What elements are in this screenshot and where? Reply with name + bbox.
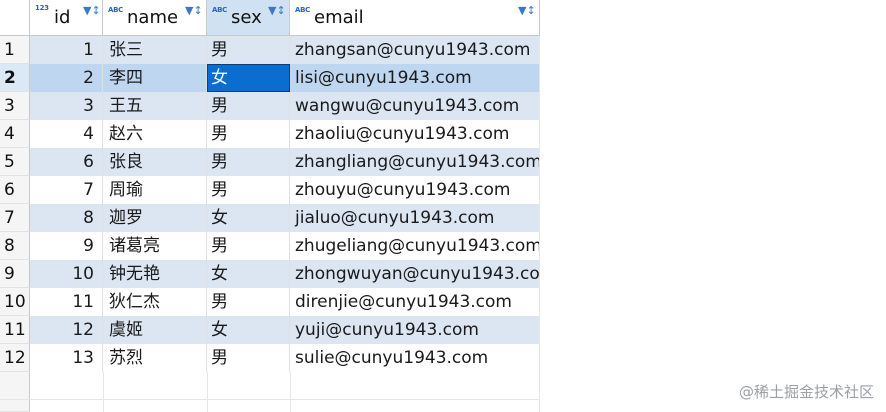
row-number[interactable]: 2	[0, 64, 30, 92]
row-number[interactable]: 3	[0, 92, 30, 120]
table-row[interactable]: 6 张良 男 zhangliang@cunyu1943.com	[30, 148, 540, 176]
row-number-header[interactable]	[0, 0, 30, 36]
row-number[interactable]: 8	[0, 232, 30, 260]
row-number[interactable]: 5	[0, 148, 30, 176]
cell-id[interactable]: 3	[30, 92, 103, 120]
cell-sex[interactable]: 女	[207, 260, 290, 288]
row-number[interactable]: 11	[0, 316, 30, 344]
row-number[interactable]: 7	[0, 204, 30, 232]
cell-email[interactable]: lisi@cunyu1943.com	[290, 64, 540, 92]
table-row[interactable]: 1 张三 男 zhangsan@cunyu1943.com	[30, 36, 540, 64]
cell-id[interactable]: 1	[30, 36, 103, 64]
table-row[interactable]: 11 狄仁杰 男 direnjie@cunyu1943.com	[30, 288, 540, 316]
text-type-icon: ABC	[108, 6, 123, 14]
result-grid: 123 id ▼↕ ABC name ▼↕ ABC sex ▼↕ ABC ema…	[0, 0, 540, 412]
cell-sex[interactable]: 男	[207, 344, 290, 372]
cell-id[interactable]: 4	[30, 120, 103, 148]
cell-name[interactable]: 周瑜	[103, 176, 207, 204]
column-divider	[290, 372, 291, 412]
row-number[interactable]: 1	[0, 36, 30, 64]
cell-id[interactable]: 13	[30, 344, 103, 372]
column-divider	[207, 372, 208, 412]
column-divider	[539, 36, 540, 412]
cell-sex[interactable]: 女	[207, 316, 290, 344]
cell-sex[interactable]: 男	[207, 288, 290, 316]
cell-sex[interactable]: 女	[207, 204, 290, 232]
cell-email[interactable]: yuji@cunyu1943.com	[290, 316, 540, 344]
cell-sex[interactable]: 男	[207, 176, 290, 204]
column-header-label: email	[314, 7, 364, 28]
table-row[interactable]: 13 苏烈 男 sulie@cunyu1943.com	[30, 344, 540, 372]
cell-name[interactable]: 王五	[103, 92, 207, 120]
cell-name[interactable]: 张良	[103, 148, 207, 176]
column-header-label: id	[54, 7, 71, 28]
column-divider	[103, 372, 104, 412]
column-header-label: name	[127, 7, 179, 28]
cell-id[interactable]: 8	[30, 204, 103, 232]
text-type-icon: ABC	[212, 6, 227, 14]
cell-sex[interactable]: 男	[207, 232, 290, 260]
cell-id[interactable]: 11	[30, 288, 103, 316]
cell-id[interactable]: 7	[30, 176, 103, 204]
table-row[interactable]: 9 诸葛亮 男 zhugeliang@cunyu1943.com	[30, 232, 540, 260]
current-cell-sex[interactable]: 女	[207, 64, 290, 92]
filter-sort-icon[interactable]: ▼↕	[83, 5, 101, 17]
cell-id[interactable]: 6	[30, 148, 103, 176]
row-number[interactable]: 6	[0, 176, 30, 204]
cell-email[interactable]: jialuo@cunyu1943.com	[290, 204, 540, 232]
table-row[interactable]: 8 迦罗 女 jialuo@cunyu1943.com	[30, 204, 540, 232]
cell-email[interactable]: wangwu@cunyu1943.com	[290, 92, 540, 120]
table-row[interactable]: 12 虞姬 女 yuji@cunyu1943.com	[30, 316, 540, 344]
column-header-id[interactable]: 123 id ▼↕	[30, 0, 103, 36]
empty-row	[0, 372, 540, 400]
cell-email[interactable]: zhangliang@cunyu1943.com	[290, 148, 540, 176]
cell-email[interactable]: direnjie@cunyu1943.com	[290, 288, 540, 316]
cell-name[interactable]: 赵六	[103, 120, 207, 148]
filter-sort-icon[interactable]: ▼↕	[185, 5, 203, 17]
row-number[interactable]: 10	[0, 288, 30, 316]
column-header-email[interactable]: ABC email ▼↕	[290, 0, 540, 36]
cell-email[interactable]: zhugeliang@cunyu1943.com	[290, 232, 540, 260]
cell-email[interactable]: zhouyu@cunyu1943.com	[290, 176, 540, 204]
cell-email[interactable]: zhangsan@cunyu1943.com	[290, 36, 540, 64]
column-header-sex[interactable]: ABC sex ▼↕	[207, 0, 290, 36]
filter-sort-icon[interactable]: ▼↕	[268, 5, 286, 17]
cell-name[interactable]: 钟无艳	[103, 260, 207, 288]
text-type-icon: ABC	[295, 6, 310, 14]
cell-sex[interactable]: 男	[207, 92, 290, 120]
column-header-name[interactable]: ABC name ▼↕	[103, 0, 207, 36]
cell-id[interactable]: 10	[30, 260, 103, 288]
cell-sex[interactable]: 男	[207, 36, 290, 64]
table-row[interactable]: 4 赵六 男 zhaoliu@cunyu1943.com	[30, 120, 540, 148]
cell-sex[interactable]: 男	[207, 120, 290, 148]
table-row[interactable]: 7 周瑜 男 zhouyu@cunyu1943.com	[30, 176, 540, 204]
table-row-selected[interactable]: 2 李四 女 lisi@cunyu1943.com	[30, 64, 540, 92]
column-header-label: sex	[231, 7, 262, 28]
cell-name[interactable]: 李四	[103, 64, 207, 92]
cell-name[interactable]: 迦罗	[103, 204, 207, 232]
cell-id[interactable]: 12	[30, 316, 103, 344]
cell-name[interactable]: 虞姬	[103, 316, 207, 344]
cell-email[interactable]: zhaoliu@cunyu1943.com	[290, 120, 540, 148]
cell-email[interactable]: sulie@cunyu1943.com	[290, 344, 540, 372]
table-row[interactable]: 3 王五 男 wangwu@cunyu1943.com	[30, 92, 540, 120]
cell-sex[interactable]: 男	[207, 148, 290, 176]
table-row[interactable]: 10 钟无艳 女 zhongwuyan@cunyu1943.com	[30, 260, 540, 288]
cell-id[interactable]: 9	[30, 232, 103, 260]
filter-sort-icon[interactable]: ▼↕	[518, 5, 536, 17]
cell-email[interactable]: zhongwuyan@cunyu1943.com	[290, 260, 540, 288]
numeric-type-icon: 123	[35, 4, 49, 12]
cell-name[interactable]: 苏烈	[103, 344, 207, 372]
cell-name[interactable]: 张三	[103, 36, 207, 64]
row-number[interactable]: 9	[0, 260, 30, 288]
row-number[interactable]: 4	[0, 120, 30, 148]
cell-id[interactable]: 2	[30, 64, 103, 92]
cell-name[interactable]: 诸葛亮	[103, 232, 207, 260]
cell-name[interactable]: 狄仁杰	[103, 288, 207, 316]
watermark-text: @稀土掘金技术社区	[738, 383, 874, 401]
row-number[interactable]: 12	[0, 344, 30, 372]
